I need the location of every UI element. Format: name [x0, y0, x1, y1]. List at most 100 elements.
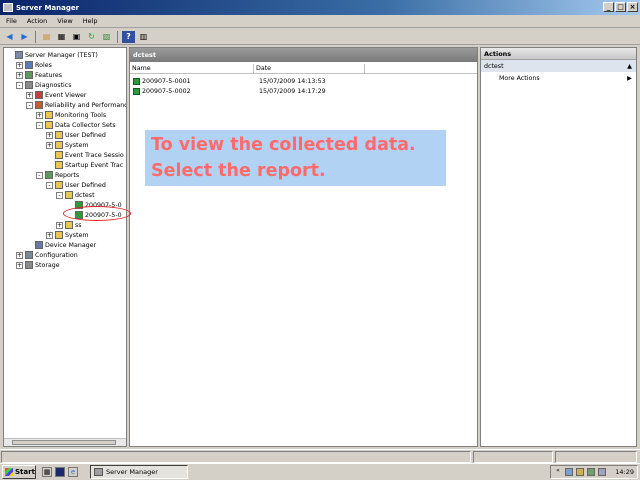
tree-item[interactable]: - User Defined: [46, 180, 106, 190]
tree-horizontal-scrollbar[interactable]: [4, 438, 126, 446]
tree-item[interactable]: + Storage: [16, 260, 60, 270]
properties-icon[interactable]: ▣: [70, 31, 83, 43]
tree-item[interactable]: + User Defined: [46, 130, 106, 140]
tree-item-label: Features: [35, 71, 63, 79]
folder-icon: [55, 151, 63, 159]
expand-icon[interactable]: +: [16, 61, 23, 69]
tree-item-label: Reliability and Performance: [45, 101, 127, 109]
server-manager-quicklaunch-icon[interactable]: ▦: [42, 467, 52, 477]
tree-item[interactable]: - Reports: [36, 170, 79, 180]
column-header-date[interactable]: Date: [254, 64, 365, 74]
tree-item[interactable]: Server Manager (TEST): [6, 50, 98, 60]
tray-arrow-icon[interactable]: «: [554, 468, 562, 476]
status-bar: [0, 449, 640, 463]
tree-item[interactable]: + Features: [16, 70, 62, 80]
expand-icon[interactable]: +: [56, 221, 63, 229]
server-manager-icon: [3, 3, 13, 12]
tree-item[interactable]: + Event Viewer: [26, 90, 86, 100]
tree-item[interactable]: + Configuration: [16, 250, 78, 260]
help-icon[interactable]: ?: [122, 30, 135, 43]
collapse-icon[interactable]: -: [36, 121, 43, 129]
tree-item-label: Monitoring Tools: [55, 111, 107, 119]
maximize-button[interactable]: □: [615, 2, 626, 12]
forward-icon[interactable]: ▶: [18, 31, 31, 43]
menu-help[interactable]: Help: [83, 17, 98, 25]
expand-icon[interactable]: +: [46, 141, 53, 149]
actions-pane: Actions dctest ▲ More Actions ▶: [480, 47, 637, 447]
tree-item[interactable]: - dctest: [56, 190, 95, 200]
up-icon[interactable]: ▤: [40, 31, 53, 43]
back-icon[interactable]: ◀: [3, 31, 16, 43]
table-row[interactable]: 200907-5-0001 15/07/2009 14:13:53: [130, 76, 326, 86]
task-label: Server Manager: [106, 468, 158, 476]
more-actions-item[interactable]: More Actions ▶: [481, 72, 636, 84]
menu-file[interactable]: File: [6, 17, 17, 25]
toolbar-separator: [35, 30, 36, 43]
expand-icon[interactable]: +: [36, 111, 43, 119]
powershell-icon[interactable]: [55, 467, 65, 477]
security-icon[interactable]: [576, 468, 584, 476]
expand-icon[interactable]: +: [16, 261, 23, 269]
column-headers: Name Date: [130, 64, 477, 74]
window-titlebar[interactable]: Server Manager _ □ ×: [0, 0, 640, 15]
system-tray: « 14:29: [550, 465, 638, 479]
report-icon: [133, 77, 140, 85]
device-icon[interactable]: [598, 468, 606, 476]
show-hide-tree-icon[interactable]: ▦: [55, 31, 68, 43]
internet-explorer-icon[interactable]: e: [68, 467, 78, 477]
column-header-name[interactable]: Name: [130, 64, 254, 74]
expand-icon[interactable]: +: [26, 91, 33, 99]
tree-item[interactable]: - Reliability and Performance: [26, 100, 127, 110]
tree-item[interactable]: + ss: [56, 220, 82, 230]
collapse-icon[interactable]: -: [16, 81, 23, 89]
volume-icon[interactable]: [587, 468, 595, 476]
start-button[interactable]: Start: [2, 465, 36, 479]
close-button[interactable]: ×: [627, 2, 638, 12]
navigation-tree: Server Manager (TEST) + Roles + Features - Dia…: [3, 47, 127, 447]
window-controls: _ □ ×: [603, 2, 638, 12]
taskbar-server-manager[interactable]: Server Manager: [90, 465, 188, 479]
tree-item[interactable]: + Roles: [16, 60, 52, 70]
collapse-icon[interactable]: -: [56, 191, 63, 199]
tree-item[interactable]: Device Manager: [26, 240, 96, 250]
expand-icon[interactable]: +: [16, 71, 23, 79]
menu-action[interactable]: Action: [27, 17, 47, 25]
folder-icon: [55, 161, 63, 169]
expand-icon[interactable]: +: [46, 131, 53, 139]
network-icon[interactable]: [565, 468, 573, 476]
report-date: 15/07/2009 14:17:29: [259, 87, 326, 95]
collapse-icon[interactable]: -: [26, 101, 33, 109]
collapse-icon[interactable]: -: [46, 181, 53, 189]
tree-item[interactable]: + Monitoring Tools: [36, 110, 106, 120]
collapse-arrow-icon[interactable]: ▲: [627, 63, 632, 70]
refresh-icon[interactable]: ↻: [85, 31, 98, 43]
tree-item[interactable]: - Diagnostics: [16, 80, 72, 90]
tree-item[interactable]: - Data Collector Sets: [36, 120, 116, 130]
actions-header: Actions: [481, 48, 636, 60]
view-icon[interactable]: ▥: [137, 31, 150, 43]
tree-item-label: User Defined: [65, 131, 106, 139]
tree-item-label: User Defined: [65, 181, 106, 189]
folder-icon: [45, 121, 53, 129]
status-cell: [473, 451, 553, 463]
minimize-button[interactable]: _: [603, 2, 614, 12]
more-actions-label: More Actions: [499, 74, 540, 82]
tree-item[interactable]: Event Trace Sessio: [46, 150, 124, 160]
server-manager-icon: [94, 468, 103, 476]
export-icon[interactable]: ▨: [100, 31, 113, 43]
tree-item[interactable]: + System: [46, 230, 88, 240]
table-row[interactable]: 200907-5-0002 15/07/2009 14:17:29: [130, 86, 326, 96]
menu-view[interactable]: View: [57, 17, 72, 25]
tree-item-label: Roles: [35, 61, 52, 69]
expand-icon[interactable]: +: [16, 251, 23, 259]
diagnostics-icon: [25, 81, 33, 89]
instruction-callout: To view the collected data. Select the r…: [145, 130, 446, 186]
tree-item-label: Startup Event Trac: [65, 161, 124, 169]
server-icon: [15, 51, 23, 59]
expand-icon[interactable]: +: [46, 231, 53, 239]
scrollbar-thumb[interactable]: [12, 440, 116, 445]
actions-section[interactable]: dctest ▲: [481, 60, 636, 72]
tree-item[interactable]: + System: [46, 140, 88, 150]
collapse-icon[interactable]: -: [36, 171, 43, 179]
tree-item[interactable]: Startup Event Trac: [46, 160, 123, 170]
